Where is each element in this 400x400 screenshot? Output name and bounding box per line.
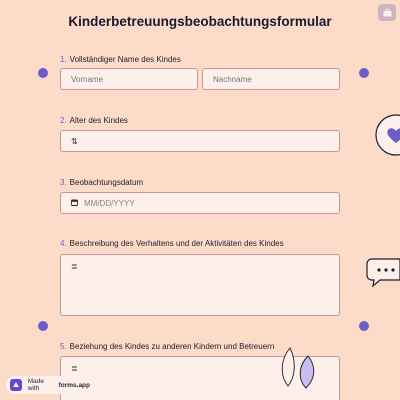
decorative-dot [38,321,48,331]
chat-bubble-icon [366,258,400,288]
number-icon: ⇅ [71,136,78,146]
last-name-field[interactable] [202,68,340,90]
page-title: Kinderbetreuungsbeobachtungsformular [68,14,332,29]
question-1-label: 1. Vollständiger Name des Kindes [60,55,181,64]
question-text: Beobachtungsdatum [69,178,144,187]
calendar-icon [71,199,78,208]
text-lines-icon: ≣ [71,364,78,373]
question-number: 3. [60,178,67,187]
question-2-label: 2. Alter des Kindes [60,116,128,125]
heart-bubble-icon [375,114,400,156]
text-lines-icon: ≣ [71,262,78,271]
briefcase-icon [383,8,391,16]
question-number: 2. [60,116,67,125]
question-3-label: 3. Beobachtungsdatum [60,178,143,187]
decorative-dot [359,68,369,78]
badge-prefix: Made with [27,378,44,392]
decorative-dot [38,68,48,78]
question-text: Beziehung des Kindes zu anderen Kindern … [69,342,275,351]
forms-app-logo-icon [10,379,22,391]
decorative-dot [359,321,369,331]
badge-brand: forms.app [58,381,90,389]
question-text: Beschreibung des Verhaltens und der Akti… [69,239,284,248]
made-with-badge[interactable]: Made with forms.app [6,376,90,394]
date-placeholder: MM/DD/YYYY [84,198,135,208]
corner-menu-button[interactable] [378,4,396,21]
behavior-description-textarea[interactable]: ≣ [60,254,340,316]
leaf-decoration-icon [281,347,315,389]
question-number: 5. [60,342,67,351]
question-text: Vollständiger Name des Kindes [69,55,181,64]
question-4-label: 4. Beschreibung des Verhaltens und der Ak… [60,239,284,248]
first-name-field[interactable] [60,68,198,90]
question-5-label: 5. Beziehung des Kindes zu anderen Kinder… [60,342,274,351]
question-number: 4. [60,239,67,248]
question-number: 1. [60,55,67,64]
question-text: Alter des Kindes [69,116,128,125]
age-field[interactable]: ⇅ [60,130,340,152]
observation-date-field[interactable]: MM/DD/YYYY [60,192,340,214]
